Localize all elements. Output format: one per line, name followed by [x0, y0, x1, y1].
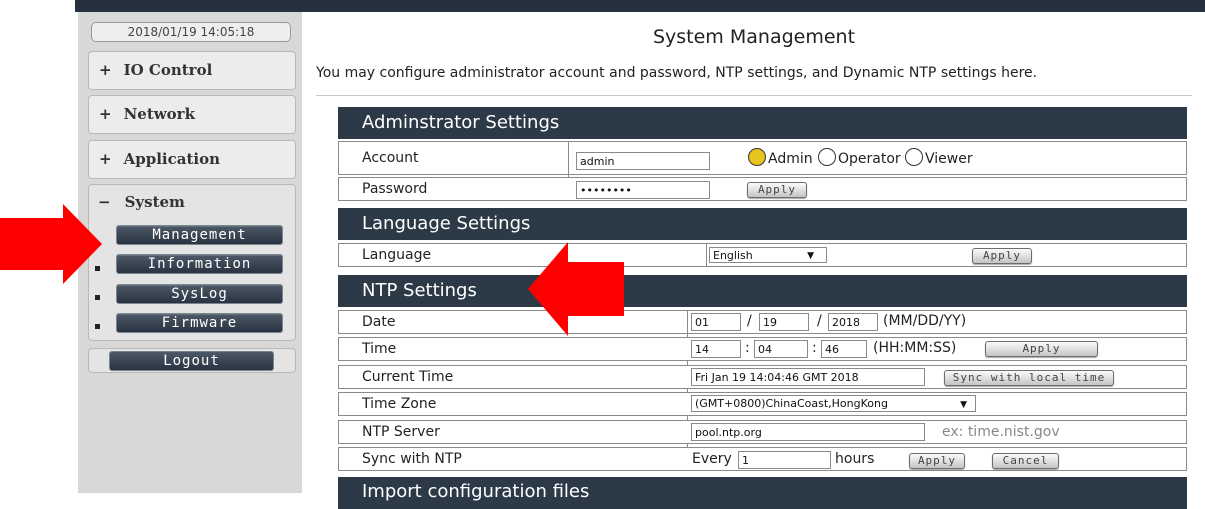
sync-cancel-button[interactable]: Cancel [992, 453, 1059, 469]
time-separator: : [745, 340, 750, 356]
plus-icon: + [99, 150, 112, 168]
month-input[interactable]: 01 [691, 313, 741, 331]
day-input[interactable]: 19 [759, 313, 809, 331]
bullet-icon [95, 295, 100, 300]
timezone-select[interactable]: (GMT+0800)ChinaCoast,HongKong ▼ [691, 395, 976, 412]
radio-viewer[interactable] [905, 148, 923, 166]
sidebar-item-label: IO Control [123, 61, 213, 79]
top-bar [75, 0, 1205, 12]
syslog-button[interactable]: SysLog [116, 284, 283, 304]
language-value: English [713, 249, 753, 262]
date-separator: / [747, 313, 752, 329]
ntp-server-example: ex: time.nist.gov [942, 424, 1060, 440]
date-format-hint: (MM/DD/YY) [883, 313, 967, 329]
page-description: You may configure administrator account … [316, 65, 1038, 81]
language-apply-button[interactable]: Apply [972, 248, 1032, 264]
information-button[interactable]: Information [116, 254, 283, 274]
language-select[interactable]: English ▼ [709, 247, 827, 263]
account-label: Account [362, 150, 419, 166]
chevron-down-icon: ▼ [807, 251, 814, 261]
password-input[interactable]: •••••••• [576, 181, 710, 199]
time-format-hint: (HH:MM:SS) [873, 340, 957, 356]
column-divider [687, 310, 688, 470]
radio-viewer-label: Viewer [925, 151, 973, 167]
account-input[interactable]: admin [576, 152, 710, 170]
bullet-icon [95, 324, 100, 329]
time-apply-button[interactable]: Apply [985, 341, 1098, 357]
sidebar-item-label: Application [123, 150, 220, 168]
sidebar-item-network[interactable]: + Network [88, 95, 296, 134]
current-time-label: Current Time [362, 369, 454, 385]
time-label: Time [362, 341, 397, 357]
sidebar-item-system[interactable]: − System [98, 193, 185, 211]
second-input[interactable]: 46 [821, 340, 867, 358]
sync-interval-input[interactable]: 1 [738, 451, 831, 469]
import-config-header: Import configuration files [338, 477, 1187, 509]
red-arrow-icon [0, 204, 102, 284]
sidebar-item-io-control[interactable]: + IO Control [88, 51, 296, 90]
ntp-settings-header: NTP Settings [338, 275, 1187, 307]
admin-apply-button[interactable]: Apply [747, 182, 807, 198]
hour-input[interactable]: 14 [691, 340, 741, 358]
column-divider [706, 243, 707, 267]
hours-label: hours [835, 451, 875, 467]
management-button[interactable]: Management [116, 225, 283, 245]
datetime-display: 2018/01/19 14:05:18 [91, 22, 291, 42]
current-time-input[interactable]: Fri Jan 19 14:04:46 GMT 2018 [691, 368, 925, 386]
sync-local-time-button[interactable]: Sync with local time [944, 370, 1114, 386]
radio-admin[interactable] [748, 148, 766, 166]
sidebar-item-label: Network [123, 105, 195, 123]
plus-icon: + [99, 105, 112, 123]
minute-input[interactable]: 04 [754, 340, 808, 358]
firmware-button[interactable]: Firmware [116, 313, 283, 333]
time-separator: : [812, 340, 817, 356]
year-input[interactable]: 2018 [828, 313, 878, 331]
radio-operator[interactable] [818, 148, 836, 166]
chevron-down-icon: ▼ [960, 400, 967, 410]
red-arrow-icon [528, 242, 624, 336]
admin-settings-header: Adminstrator Settings [338, 107, 1187, 139]
ntp-server-input[interactable]: pool.ntp.org [691, 423, 925, 441]
divider [316, 95, 1192, 96]
date-separator: / [817, 313, 822, 329]
language-label: Language [362, 247, 432, 263]
sidebar-item-label: System [124, 193, 185, 211]
sync-ntp-label: Sync with NTP [362, 451, 462, 467]
sidebar-item-application[interactable]: + Application [88, 140, 296, 179]
every-label: Every [692, 451, 732, 467]
timezone-label: Time Zone [362, 396, 437, 412]
ntp-server-label: NTP Server [362, 424, 440, 440]
page-title: System Management [652, 26, 856, 48]
logout-button[interactable]: Logout [109, 351, 274, 371]
radio-operator-label: Operator [838, 151, 901, 167]
language-settings-header: Language Settings [338, 208, 1187, 240]
sync-apply-button[interactable]: Apply [909, 453, 965, 469]
plus-icon: + [99, 61, 112, 79]
date-label: Date [362, 314, 396, 330]
password-label: Password [362, 181, 428, 197]
radio-admin-label: Admin [768, 151, 813, 167]
timezone-value: (GMT+0800)ChinaCoast,HongKong [695, 397, 888, 410]
